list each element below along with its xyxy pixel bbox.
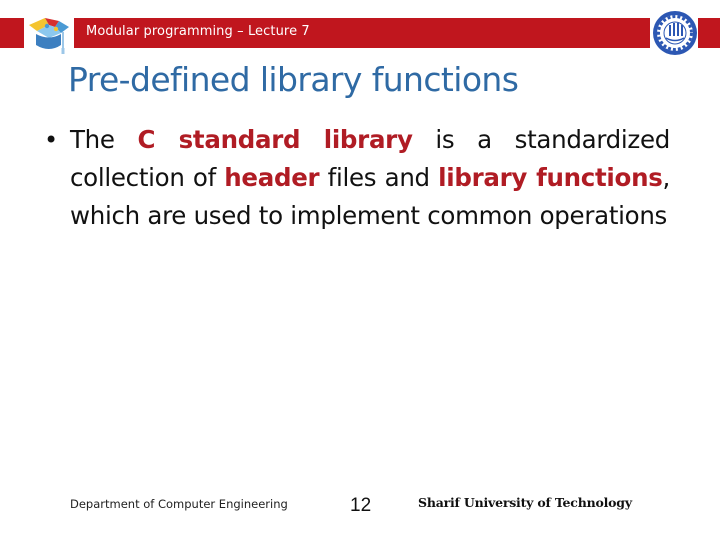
- bullet-marker: •: [44, 126, 59, 154]
- header-bar-right: [698, 18, 720, 48]
- emphasis-library-functions: library functions: [438, 163, 663, 192]
- course-title: Modular programming – Lecture 7: [86, 24, 310, 39]
- bullet-text-segment: files and: [319, 163, 439, 192]
- graduation-cap-puzzle-icon: [29, 18, 69, 54]
- emphasis-header: header: [224, 163, 320, 192]
- page-number: 12: [350, 495, 372, 516]
- bullet-text: The C standard library is a standardized…: [70, 121, 670, 235]
- header-bar-left: [0, 18, 24, 48]
- sharif-university-seal-icon: [653, 11, 697, 55]
- slide-title: Pre-defined library functions: [68, 60, 519, 99]
- emphasis-c-standard-library: C standard library: [137, 125, 413, 154]
- footer-university: Sharif University of Technology: [418, 495, 632, 510]
- bullet-text-segment: The: [70, 125, 138, 154]
- footer-department: Department of Computer Engineering: [70, 497, 288, 511]
